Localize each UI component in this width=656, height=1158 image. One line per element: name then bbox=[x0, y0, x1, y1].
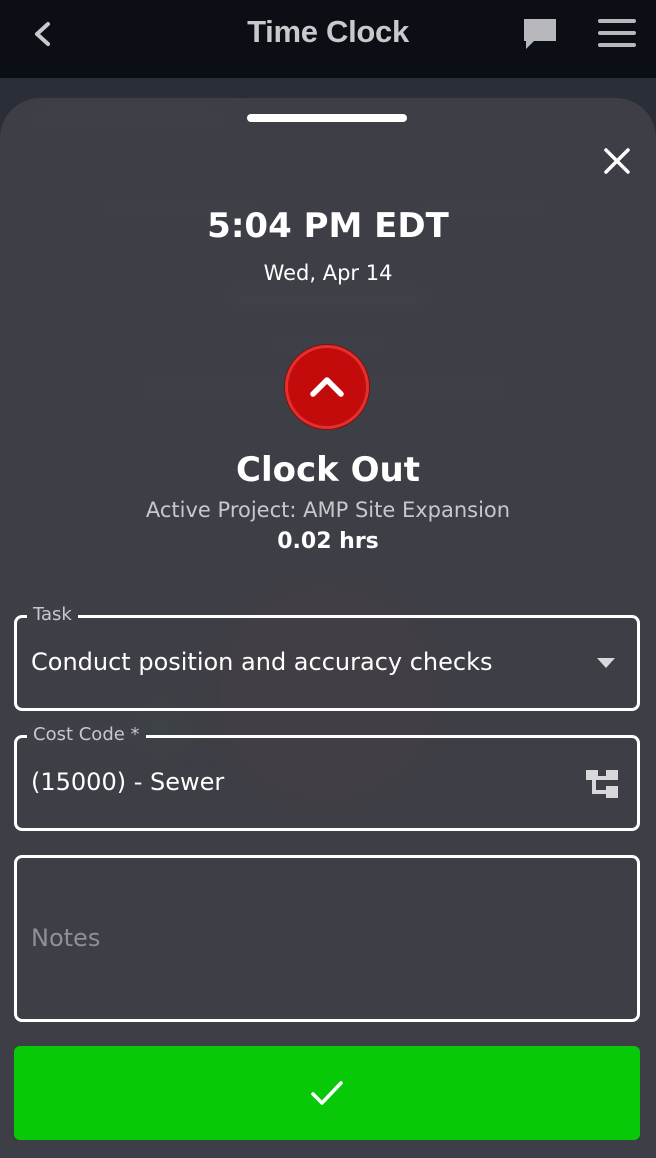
clock-out-toggle-button[interactable] bbox=[285, 345, 369, 429]
sheet-drag-handle[interactable] bbox=[247, 114, 407, 122]
notes-field[interactable]: Notes bbox=[14, 855, 640, 1022]
action-title: Clock Out bbox=[236, 450, 420, 490]
current-date: Wed, Apr 14 bbox=[263, 261, 393, 285]
task-value: Conduct position and accuracy checks bbox=[31, 648, 493, 676]
active-project: Active Project: AMP Site Expansion bbox=[145, 498, 511, 522]
cost-code-field[interactable]: Cost Code * (15000) - Sewer bbox=[14, 724, 640, 831]
cost-code-value: (15000) - Sewer bbox=[31, 768, 225, 796]
chat-icon[interactable] bbox=[520, 16, 560, 52]
confirm-button[interactable] bbox=[14, 1046, 640, 1140]
chevron-up-icon bbox=[310, 377, 344, 397]
hamburger-menu-icon[interactable] bbox=[596, 16, 638, 50]
dropdown-arrow-icon bbox=[597, 658, 615, 668]
hierarchy-tree-icon[interactable] bbox=[585, 768, 621, 800]
close-icon[interactable] bbox=[600, 144, 634, 178]
cost-code-label: Cost Code * bbox=[27, 724, 146, 746]
task-select[interactable]: Task Conduct position and accuracy check… bbox=[14, 604, 640, 711]
elapsed-hours: 0.02 hrs bbox=[277, 529, 379, 554]
task-label: Task bbox=[27, 604, 78, 626]
notes-placeholder: Notes bbox=[31, 924, 101, 952]
checkmark-icon bbox=[311, 1081, 343, 1105]
app-bar: Time Clock bbox=[0, 0, 656, 78]
current-time: 5:04 PM EDT bbox=[207, 206, 449, 246]
